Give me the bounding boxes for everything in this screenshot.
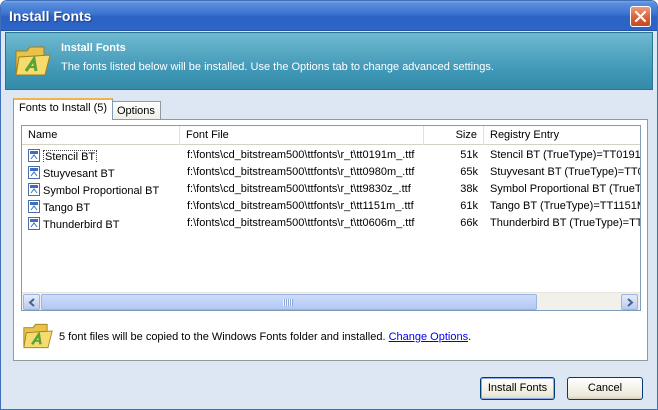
column-header-font-file[interactable]: Font File <box>180 126 424 145</box>
font-size: 61k <box>460 200 478 212</box>
font-file-path: f:\fonts\cd_bitstream500\ttfonts\r_t\tt1… <box>187 200 414 212</box>
column-header-name[interactable]: Name <box>22 126 180 145</box>
scroll-thumb[interactable] <box>41 294 537 310</box>
font-name: Tango BT <box>43 202 91 214</box>
close-button[interactable] <box>630 6 651 27</box>
font-size: 66k <box>460 217 478 229</box>
registry-entry: Tango BT (TrueType)=TT1151M <box>490 200 640 212</box>
font-file-path: f:\fonts\cd_bitstream500\ttfonts\r_t\tt0… <box>187 149 415 161</box>
install-summary: 5 font files will be copied to the Windo… <box>22 316 642 356</box>
font-folder-icon <box>23 323 53 349</box>
registry-entry: Thunderbird BT (TrueType)=TT0 <box>490 217 640 229</box>
font-file-icon <box>28 166 40 179</box>
summary-suffix: . <box>468 331 472 343</box>
grip-icon <box>283 299 293 306</box>
close-icon <box>635 11 646 22</box>
font-name: Thunderbird BT <box>43 219 120 231</box>
cancel-button[interactable]: Cancel <box>567 377 643 400</box>
font-size: 65k <box>460 166 478 178</box>
font-name: Stencil BT <box>43 150 98 163</box>
window-title: Install Fonts <box>9 8 92 24</box>
summary-text: 5 font files will be copied to the Windo… <box>59 331 389 343</box>
table-row[interactable]: Symbol Proportional BT f:\fonts\cd_bitst… <box>22 182 640 198</box>
font-size: 38k <box>460 183 478 195</box>
banner-description: The fonts listed below will be installed… <box>61 61 494 73</box>
change-options-link[interactable]: Change Options <box>389 331 469 343</box>
column-header-size[interactable]: Size <box>424 126 484 145</box>
scroll-left-button[interactable] <box>23 294 40 310</box>
list-header: Name Font File Size Registry Entry <box>22 126 640 145</box>
table-row[interactable]: Stuyvesant BT f:\fonts\cd_bitstream500\t… <box>22 165 640 181</box>
font-size: 51k <box>460 149 478 161</box>
registry-entry: Stuyvesant BT (TrueType)=TT0 <box>490 166 640 178</box>
font-file-path: f:\fonts\cd_bitstream500\ttfonts\r_t\tt0… <box>187 166 415 178</box>
font-name: Stuyvesant BT <box>43 168 115 180</box>
title-bar[interactable]: Install Fonts <box>1 1 657 31</box>
column-header-registry-entry[interactable]: Registry Entry <box>484 126 640 145</box>
font-file-path: f:\fonts\cd_bitstream500\ttfonts\r_t\tt0… <box>187 217 415 229</box>
font-file-icon <box>28 200 40 213</box>
table-row[interactable]: Thunderbird BT f:\fonts\cd_bitstream500\… <box>22 216 640 232</box>
fonts-list[interactable]: Name Font File Size Registry Entry Stenc… <box>21 125 641 311</box>
table-row[interactable]: Stencil BT f:\fonts\cd_bitstream500\ttfo… <box>22 148 640 164</box>
font-folder-icon <box>15 46 51 76</box>
font-file-icon <box>28 183 40 196</box>
font-name: Symbol Proportional BT <box>43 185 160 197</box>
header-banner: Install Fonts The fonts listed below wil… <box>5 32 653 90</box>
font-file-icon <box>28 149 40 162</box>
scroll-right-button[interactable] <box>621 294 638 310</box>
tab-fonts-to-install[interactable]: Fonts to Install (5) <box>13 98 114 120</box>
registry-entry: Stencil BT (TrueType)=TT0191M <box>490 149 640 161</box>
registry-entry: Symbol Proportional BT (TrueTy <box>490 183 640 195</box>
install-fonts-window: Install Fonts Install Fonts The fonts li… <box>0 0 658 410</box>
font-file-path: f:\fonts\cd_bitstream500\ttfonts\r_t\tt9… <box>187 183 411 195</box>
tab-options[interactable]: Options <box>111 101 161 120</box>
horizontal-scrollbar[interactable] <box>22 292 640 310</box>
arrow-right-icon <box>627 298 634 307</box>
fonts-tab-panel: Name Font File Size Registry Entry Stenc… <box>13 119 648 361</box>
font-file-icon <box>28 217 40 230</box>
banner-title: Install Fonts <box>61 42 126 54</box>
table-row[interactable]: Tango BT f:\fonts\cd_bitstream500\ttfont… <box>22 199 640 215</box>
arrow-left-icon <box>28 298 35 307</box>
install-fonts-button[interactable]: Install Fonts <box>480 377 555 400</box>
